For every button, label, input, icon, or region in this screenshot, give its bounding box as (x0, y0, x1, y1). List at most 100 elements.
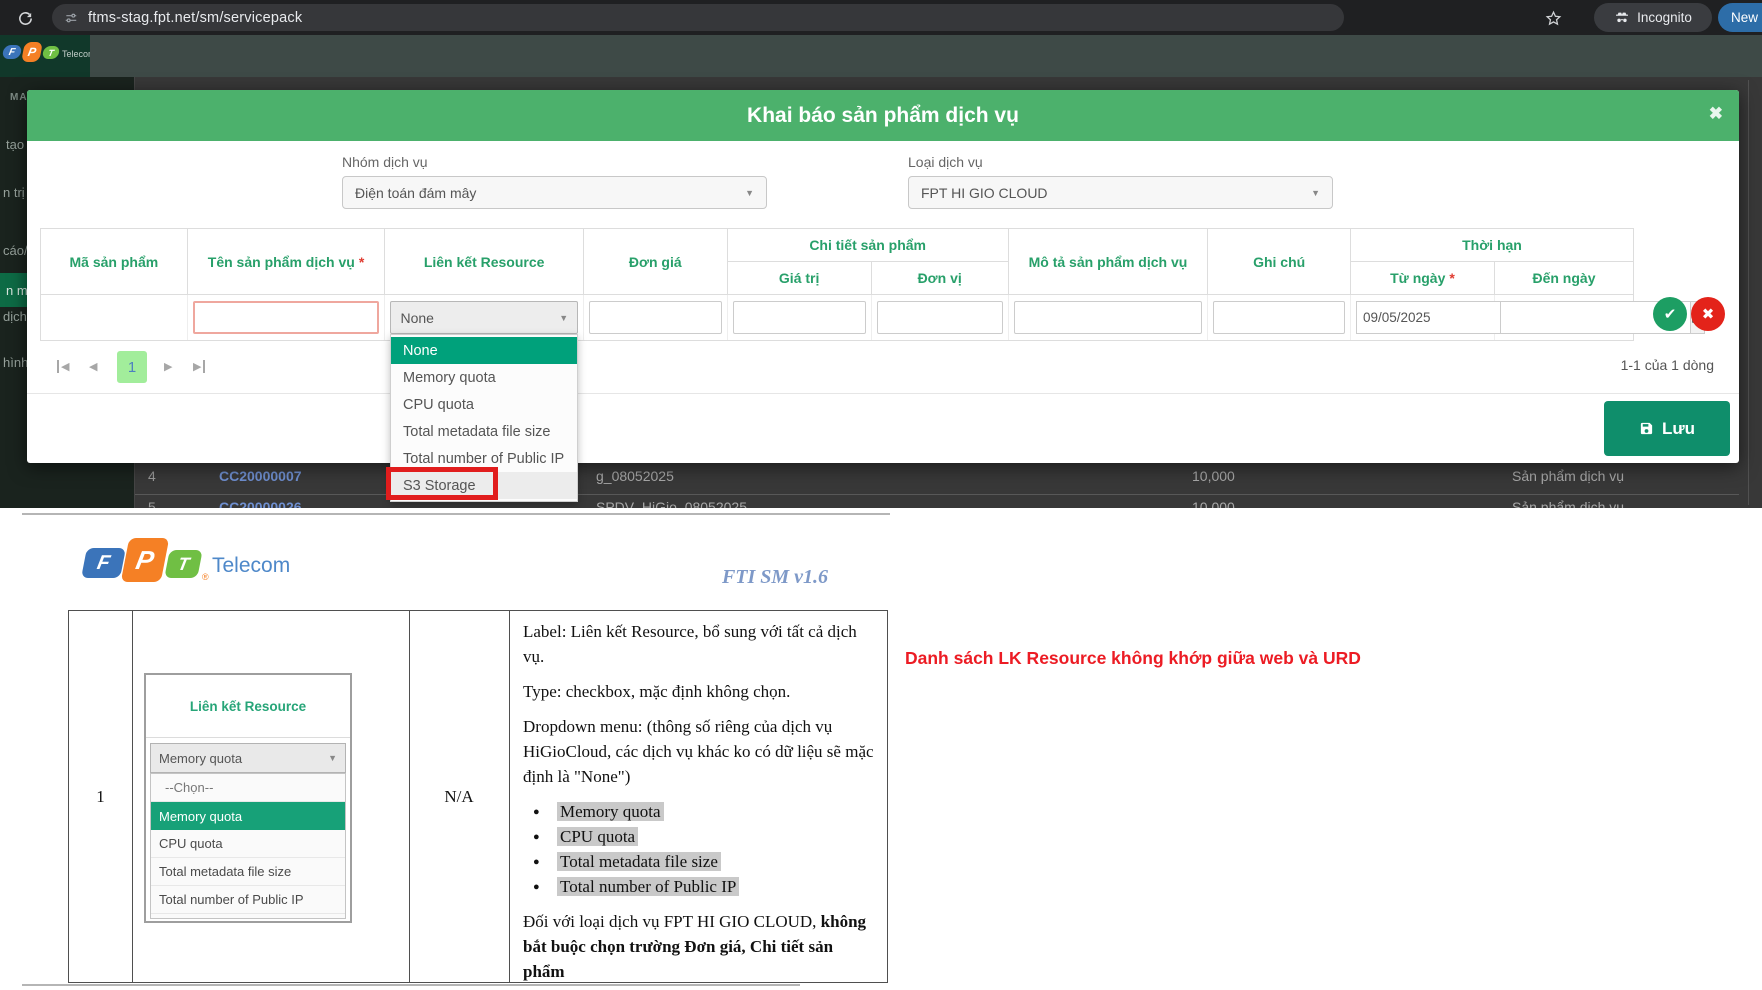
row-index-cell: 1 (69, 611, 132, 982)
dropdown-option-none[interactable]: None (391, 337, 577, 364)
ten-san-pham-cell (188, 295, 386, 340)
resource-link-select[interactable]: None ▼ (390, 301, 578, 334)
incognito-icon (1614, 10, 1630, 26)
col-header-tu-ngay: Từ ngày * (1351, 262, 1495, 294)
desc-label-paragraph: Label: Liên kết Resource, bổ sung với tấ… (523, 619, 874, 669)
note-input[interactable] (1213, 301, 1345, 334)
service-code-link: CC20000007 (219, 468, 302, 484)
row-divider (135, 494, 1739, 495)
col-header-don-gia: Đơn giá (584, 229, 728, 294)
close-icon[interactable]: ✖ (1709, 104, 1723, 124)
entry-input-row: None ▼ (41, 294, 1633, 341)
cancel-row-button[interactable]: ✖ (1691, 297, 1725, 331)
unit-input[interactable] (877, 301, 1003, 334)
ma-san-pham-cell (41, 295, 188, 340)
option-total-public-ip: Total number of Public IP (557, 877, 739, 896)
pagination-summary: 1-1 của 1 dòng (1621, 357, 1714, 373)
service-type-select[interactable]: FPT HI GIO CLOUD ▼ (908, 176, 1333, 209)
na-cell: N/A (409, 611, 509, 982)
chevron-down-icon: ▼ (745, 188, 754, 198)
col-header-mo-ta: Mô tả sản phẩm dịch vụ (1009, 229, 1209, 294)
new-chrome-button[interactable]: New Chrome (1718, 3, 1762, 32)
modal-title: Khai báo sản phẩm dịch vụ (747, 104, 1019, 128)
gia-tri-cell (728, 295, 872, 340)
col-header-label: Tên sản phẩm dịch vụ (208, 254, 355, 270)
product-entry-table: Mã sản phẩm Tên sản phẩm dịch vụ * Liên … (40, 228, 1634, 341)
service-type: Sản phẩm dịch vụ (1512, 468, 1624, 484)
desc-dropdown-paragraph: Dropdown menu: (thông số riêng của dịch … (523, 714, 874, 789)
browser-topbar: ftms-stag.fpt.net/sm/servicepack Incogni… (0, 0, 1762, 35)
description-input[interactable] (1014, 301, 1203, 334)
incognito-badge: Incognito (1594, 3, 1712, 32)
dropdown-option-cpu-quota[interactable]: CPU quota (391, 391, 577, 418)
unit-price-input[interactable] (589, 301, 722, 334)
pagination-page-1[interactable]: 1 (117, 351, 147, 383)
service-code-link: CC20000026 (219, 499, 302, 508)
resource-option-list: Memory quota CPU quota Total metadata fi… (523, 799, 874, 899)
resource-link-value: None (400, 310, 433, 326)
site-info-icon (64, 11, 78, 25)
url-bar[interactable]: ftms-stag.fpt.net/sm/servicepack (52, 4, 1344, 31)
review-annotation-text: Danh sách LK Resource không khớp giữa we… (905, 648, 1361, 669)
screenshot-select: Memory quota ▼ (150, 743, 346, 773)
page-scrollbar[interactable] (1748, 80, 1749, 505)
table-header-row: Mã sản phẩm Tên sản phẩm dịch vụ * Liên … (41, 229, 1633, 294)
service-price: 10,000 (1192, 499, 1235, 508)
screenshot-option-total-metadata: Total metadata file size (151, 858, 345, 886)
reload-icon (17, 10, 34, 27)
product-name-input[interactable] (193, 301, 380, 334)
screenshot-option-chon: --Chọn-- (151, 774, 345, 802)
service-name: g_08052025 (596, 468, 674, 484)
screenshot-option-list: --Chọn-- Memory quota CPU quota Total me… (150, 773, 346, 919)
value-input[interactable] (733, 301, 866, 334)
service-group-select[interactable]: Điện toán đám mây ▼ (342, 176, 767, 209)
desc-footer-paragraph: Đối với loại dịch vụ FPT HI GIO CLOUD, k… (523, 909, 874, 982)
dropdown-option-memory-quota[interactable]: Memory quota (391, 364, 577, 391)
fpt-logo-t: T (42, 46, 61, 59)
pagination-next-button[interactable]: ▶ (164, 360, 172, 373)
fpt-logo-f: F (81, 548, 126, 578)
pagination-last-button[interactable]: ▶ (193, 360, 205, 373)
don-gia-cell (584, 295, 728, 340)
list-item: Total metadata file size (523, 849, 874, 874)
registered-mark: ® (202, 572, 209, 582)
reload-button[interactable] (14, 7, 36, 29)
option-memory-quota: Memory quota (557, 802, 664, 821)
col-header-gia-tri: Giá trị (728, 262, 872, 294)
col-header-den-ngay: Đến ngày (1495, 262, 1633, 294)
service-group-value: Điện toán đám mây (355, 185, 476, 201)
required-asterisk: * (359, 254, 364, 270)
confirm-row-button[interactable]: ✔ (1653, 297, 1687, 331)
col-group-chi-tiet: Chi tiết sản phẩm Giá trị Đơn vị (728, 229, 1009, 294)
urd-table: 1 N/A Liên kết Resource Memory quota ▼ -… (68, 610, 888, 983)
den-ngay-cell (1495, 295, 1633, 340)
chevron-down-icon: ▼ (559, 313, 568, 323)
pagination-prev-button[interactable]: ◀ (89, 360, 97, 373)
screenshot-select-value: Memory quota (159, 751, 242, 766)
row-number: 5 (148, 499, 156, 508)
embedded-dropdown-screenshot: Liên kết Resource Memory quota ▼ --Chọn-… (144, 673, 352, 923)
sidebar-item-hinh[interactable]: hình (3, 355, 28, 370)
chevron-down-icon: ▼ (1311, 188, 1320, 198)
sidebar-item-tri[interactable]: n trị (3, 185, 25, 200)
pagination-first-button[interactable]: ◀ (57, 360, 69, 373)
save-floppy-icon (1639, 421, 1654, 436)
bookmark-star-button[interactable] (1542, 7, 1564, 29)
sidebar-item-cao[interactable]: cáo/ (3, 243, 28, 258)
option-cpu-quota: CPU quota (557, 827, 638, 846)
save-button[interactable]: Lưu (1604, 401, 1730, 456)
sidebar-item-tao[interactable]: tạo (6, 137, 24, 152)
dropdown-option-total-metadata[interactable]: Total metadata file size (391, 418, 577, 445)
don-vi-cell (872, 295, 1009, 340)
fpt-logo-p: P (121, 538, 170, 582)
x-icon: ✖ (1702, 305, 1715, 323)
save-button-label: Lưu (1662, 419, 1695, 439)
star-icon (1545, 10, 1562, 27)
fpt-logo-telecom-label: Telecom (62, 49, 90, 59)
red-annotation-box (386, 467, 498, 500)
screenshot-option-total-public-ip: Total number of Public IP (151, 886, 345, 914)
app-header: F P T Telecom FTI-SM › Danh mục › Gói dị… (0, 35, 1762, 77)
screenshot-column-header: Liên kết Resource (146, 675, 350, 738)
declare-service-product-modal: Khai báo sản phẩm dịch vụ ✖ Nhóm dịch vụ… (27, 90, 1739, 463)
col-header-lien-ket-resource: Liên kết Resource (385, 229, 584, 294)
